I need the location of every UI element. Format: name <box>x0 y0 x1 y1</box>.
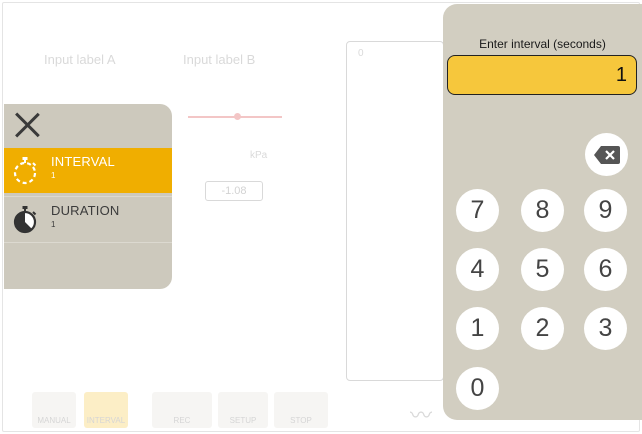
close-icon[interactable] <box>12 110 42 140</box>
stop-button: STOP <box>274 392 328 428</box>
value-box: -1.08 <box>205 181 263 201</box>
graph-panel <box>346 41 444 381</box>
setup-label: SETUP <box>229 416 257 425</box>
interval-input[interactable]: 1 <box>447 55 637 95</box>
interval-title: INTERVAL <box>51 154 115 169</box>
channel-b-label: Input label B <box>183 52 256 67</box>
key-8[interactable]: 8 <box>521 189 564 232</box>
interval-mode-label: INTERVAL <box>86 416 126 425</box>
duration-value: 1 <box>51 220 56 229</box>
key-6[interactable]: 6 <box>584 248 627 291</box>
manual-label: MANUAL <box>37 416 71 425</box>
interval-value: 1 <box>51 171 56 180</box>
manual-button: MANUAL <box>32 392 76 428</box>
waveform-icon: 〰 <box>410 403 433 428</box>
key-1[interactable]: 1 <box>456 307 499 350</box>
keypad-title: Enter interval (seconds) <box>479 37 606 51</box>
bottom-toolbar: MANUAL INTERVAL REC SETUP STOP <box>32 392 328 428</box>
key-3[interactable]: 3 <box>584 307 627 350</box>
interval-mode-button: INTERVAL <box>84 392 128 428</box>
key-7[interactable]: 7 <box>456 189 499 232</box>
stopwatch-dashed-icon <box>13 157 37 185</box>
signal-marker <box>234 113 241 120</box>
menu-item-duration[interactable]: DURATION 1 <box>4 196 172 243</box>
backspace-icon <box>594 146 620 164</box>
backspace-key[interactable] <box>585 133 628 176</box>
settings-menu: INTERVAL 1 DURATION 1 <box>4 104 172 289</box>
key-4[interactable]: 4 <box>456 248 499 291</box>
menu-item-interval[interactable]: INTERVAL 1 <box>4 148 172 193</box>
duration-title: DURATION <box>51 203 120 218</box>
graph-tick: 0 <box>358 48 364 59</box>
record-label: REC <box>173 416 191 425</box>
record-button: REC <box>152 392 212 428</box>
interval-input-value: 1 <box>615 64 627 86</box>
key-2[interactable]: 2 <box>521 307 564 350</box>
channel-a-label: Input label A <box>44 52 116 67</box>
stopwatch-filled-icon <box>13 206 37 234</box>
setup-button: SETUP <box>218 392 268 428</box>
key-5[interactable]: 5 <box>521 248 564 291</box>
key-9[interactable]: 9 <box>584 189 627 232</box>
key-0[interactable]: 0 <box>456 367 499 410</box>
stop-label: STOP <box>290 416 312 425</box>
unit-label: kPa <box>250 150 268 161</box>
